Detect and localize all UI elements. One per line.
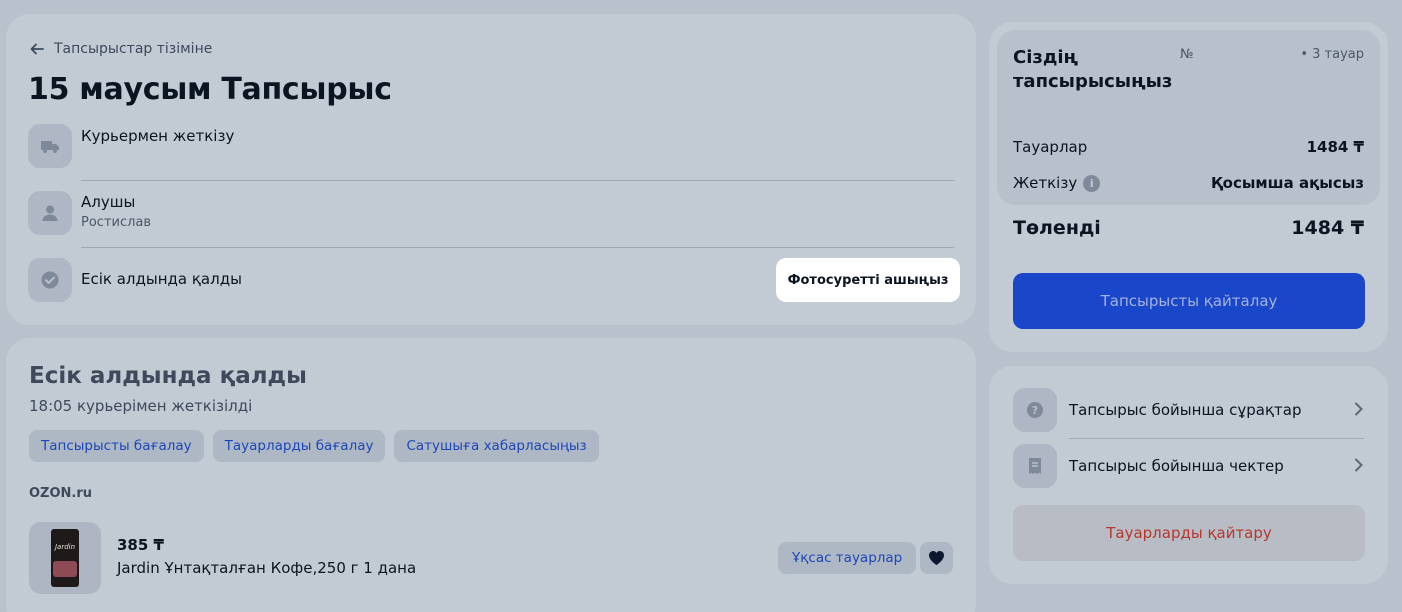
paid-label: Төленді	[1013, 217, 1101, 239]
repeat-order-button[interactable]: Тапсырысты қайталау	[1013, 273, 1365, 329]
recipient-row: Алушы Ростислав	[28, 191, 954, 235]
product-image[interactable]: Jardin	[29, 522, 101, 594]
truck-icon	[28, 124, 72, 168]
order-receipts-link[interactable]: Тапсырыс бойынша чектер	[1013, 444, 1364, 488]
goods-value: 1484 ₸	[1306, 138, 1364, 156]
favorite-button[interactable]	[920, 542, 953, 574]
paid-value: 1484 ₸	[1291, 217, 1364, 239]
question-icon: ?	[1013, 388, 1057, 432]
info-icon[interactable]: i	[1083, 175, 1101, 192]
chevron-right-icon	[1354, 401, 1364, 420]
order-questions-label: Тапсырыс бойынша сұрақтар	[1069, 401, 1302, 419]
delivery-status-subtitle: 18:05 курьерімен жеткізілді	[29, 397, 253, 415]
svg-text:?: ?	[1032, 404, 1038, 417]
order-receipts-label: Тапсырыс бойынша чектер	[1069, 457, 1284, 475]
recipient-label: Алушы	[81, 193, 136, 211]
goods-total-row: Тауарлар 1484 ₸	[1013, 138, 1364, 156]
order-number: №	[1180, 47, 1194, 62]
heart-icon	[929, 551, 944, 565]
check-circle-icon	[28, 258, 72, 302]
back-link-label: Тапсырыстар тізіміне	[54, 41, 213, 57]
seller-name: OZON.ru	[29, 486, 93, 501]
arrow-left-icon	[30, 43, 44, 55]
summary-title: Сіздің тапсырысыңыз	[1013, 47, 1173, 92]
status-text: Есік алдында қалды	[81, 270, 242, 288]
delivery-actions: Тапсырысты бағалау Тауарларды бағалау Са…	[29, 430, 599, 462]
order-summary-card: Сіздің тапсырысыңыз № • 3 тауар Тауарлар…	[989, 22, 1388, 352]
page-title: 15 маусым Тапсырыс	[28, 72, 392, 107]
contact-seller-button[interactable]: Сатушыға хабарласыңыз	[394, 430, 599, 462]
paid-row: Төленді 1484 ₸	[1013, 217, 1364, 239]
delivery-status-title: Есік алдында қалды	[29, 363, 307, 389]
delivery-card: Есік алдында қалды 18:05 курьерімен жетк…	[6, 338, 976, 612]
delivery-cost-row: Жеткізу i Қосымша ақысыз	[1013, 174, 1364, 192]
delivery-method-row: Курьермен жеткізу	[28, 124, 954, 168]
return-goods-button[interactable]: Тауарларды қайтару	[1013, 505, 1365, 561]
divider	[1069, 438, 1364, 439]
order-links-card: ? Тапсырыс бойынша сұрақтар Тапсырыс бой…	[989, 366, 1388, 584]
divider	[81, 247, 954, 248]
recipient-name: Ростислав	[81, 215, 152, 230]
delivery-value: Қосымша ақысыз	[1211, 174, 1364, 192]
receipt-icon	[1013, 444, 1057, 488]
coffee-pack-image: Jardin	[51, 529, 79, 587]
divider	[81, 180, 954, 181]
goods-count: • 3 тауар	[1300, 47, 1364, 62]
back-to-orders-link[interactable]: Тапсырыстар тізіміне	[30, 41, 212, 57]
order-questions-link[interactable]: ? Тапсырыс бойынша сұрақтар	[1013, 388, 1364, 432]
rate-goods-button[interactable]: Тауарларды бағалау	[212, 430, 386, 462]
delivery-method: Курьермен жеткізу	[81, 127, 235, 145]
order-card: Тапсырыстар тізіміне 15 маусым Тапсырыс …	[6, 14, 976, 325]
delivery-label: Жеткізу	[1013, 174, 1078, 192]
chevron-right-icon	[1354, 457, 1364, 476]
user-icon	[28, 191, 72, 235]
open-photo-button[interactable]: Фотосуретті ашыңыз	[776, 258, 960, 302]
product-image-brand: Jardin	[54, 543, 76, 551]
goods-label: Тауарлар	[1013, 138, 1088, 156]
product-price: 385 ₸	[117, 536, 164, 554]
rate-order-button[interactable]: Тапсырысты бағалау	[29, 430, 204, 462]
product-name[interactable]: Jardin Ұнтақталған Кофе,250 г 1 дана	[117, 559, 416, 577]
similar-goods-button[interactable]: Ұқсас тауарлар	[778, 542, 917, 574]
summary-details: Сіздің тапсырысыңыз № • 3 тауар Тауарлар…	[997, 30, 1380, 205]
